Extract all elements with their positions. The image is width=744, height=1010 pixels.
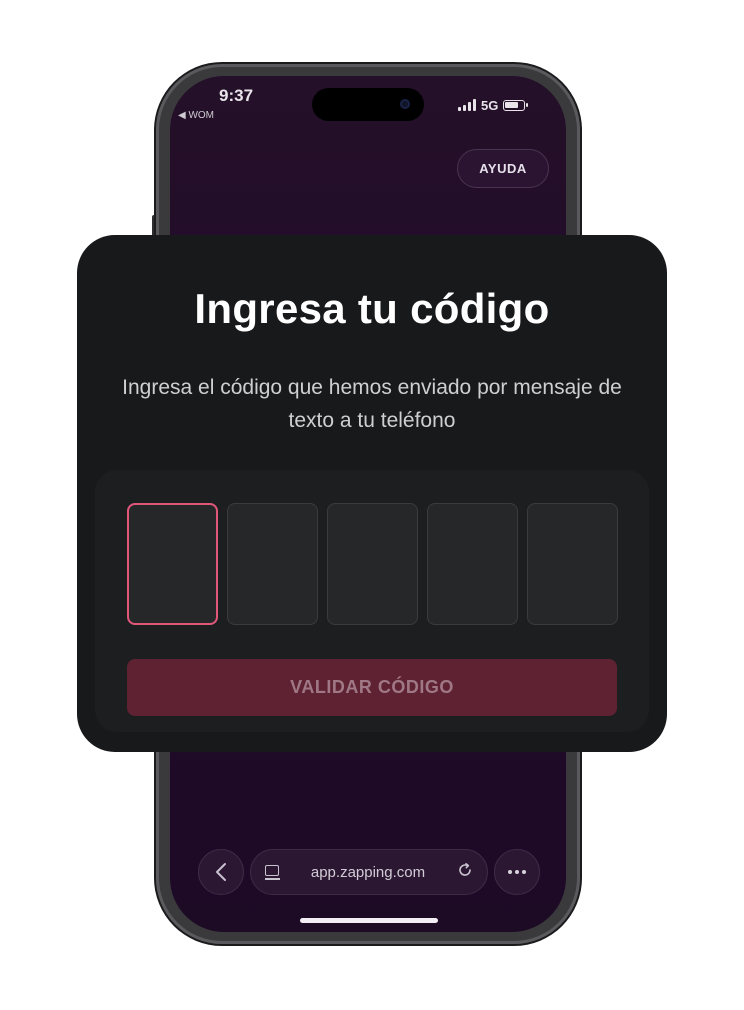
code-digit-input-3[interactable] — [327, 503, 418, 625]
status-back-app[interactable]: ◀ WOM — [178, 110, 214, 121]
browser-back-button[interactable] — [198, 849, 244, 895]
chevron-left-icon — [216, 863, 226, 881]
code-digit-input-2[interactable] — [227, 503, 318, 625]
status-time: 9:37 — [219, 86, 254, 105]
dialog-subtitle: Ingresa el código que hemos enviado por … — [122, 376, 622, 432]
tabs-icon[interactable] — [265, 865, 280, 880]
help-button[interactable]: AYUDA — [457, 149, 549, 188]
code-digit-input-5[interactable] — [527, 503, 618, 625]
url-text: app.zapping.com — [310, 863, 426, 881]
more-icon — [508, 870, 526, 874]
code-digit-input-1[interactable] — [127, 503, 218, 625]
network-label: 5G — [481, 97, 499, 113]
reload-icon[interactable] — [457, 862, 473, 883]
battery-icon — [503, 99, 529, 111]
code-digit-input-4[interactable] — [427, 503, 518, 625]
camera-icon — [400, 99, 410, 109]
more-button[interactable] — [494, 849, 540, 895]
dynamic-island — [312, 88, 424, 121]
home-indicator[interactable] — [300, 918, 438, 923]
status-indicators: 5G — [458, 96, 529, 114]
dialog-title: Ingresa tu código — [194, 285, 550, 332]
validate-code-button[interactable]: VALIDAR CÓDIGO — [127, 659, 617, 716]
signal-icon — [458, 99, 476, 111]
url-bar[interactable]: app.zapping.com — [250, 849, 488, 895]
